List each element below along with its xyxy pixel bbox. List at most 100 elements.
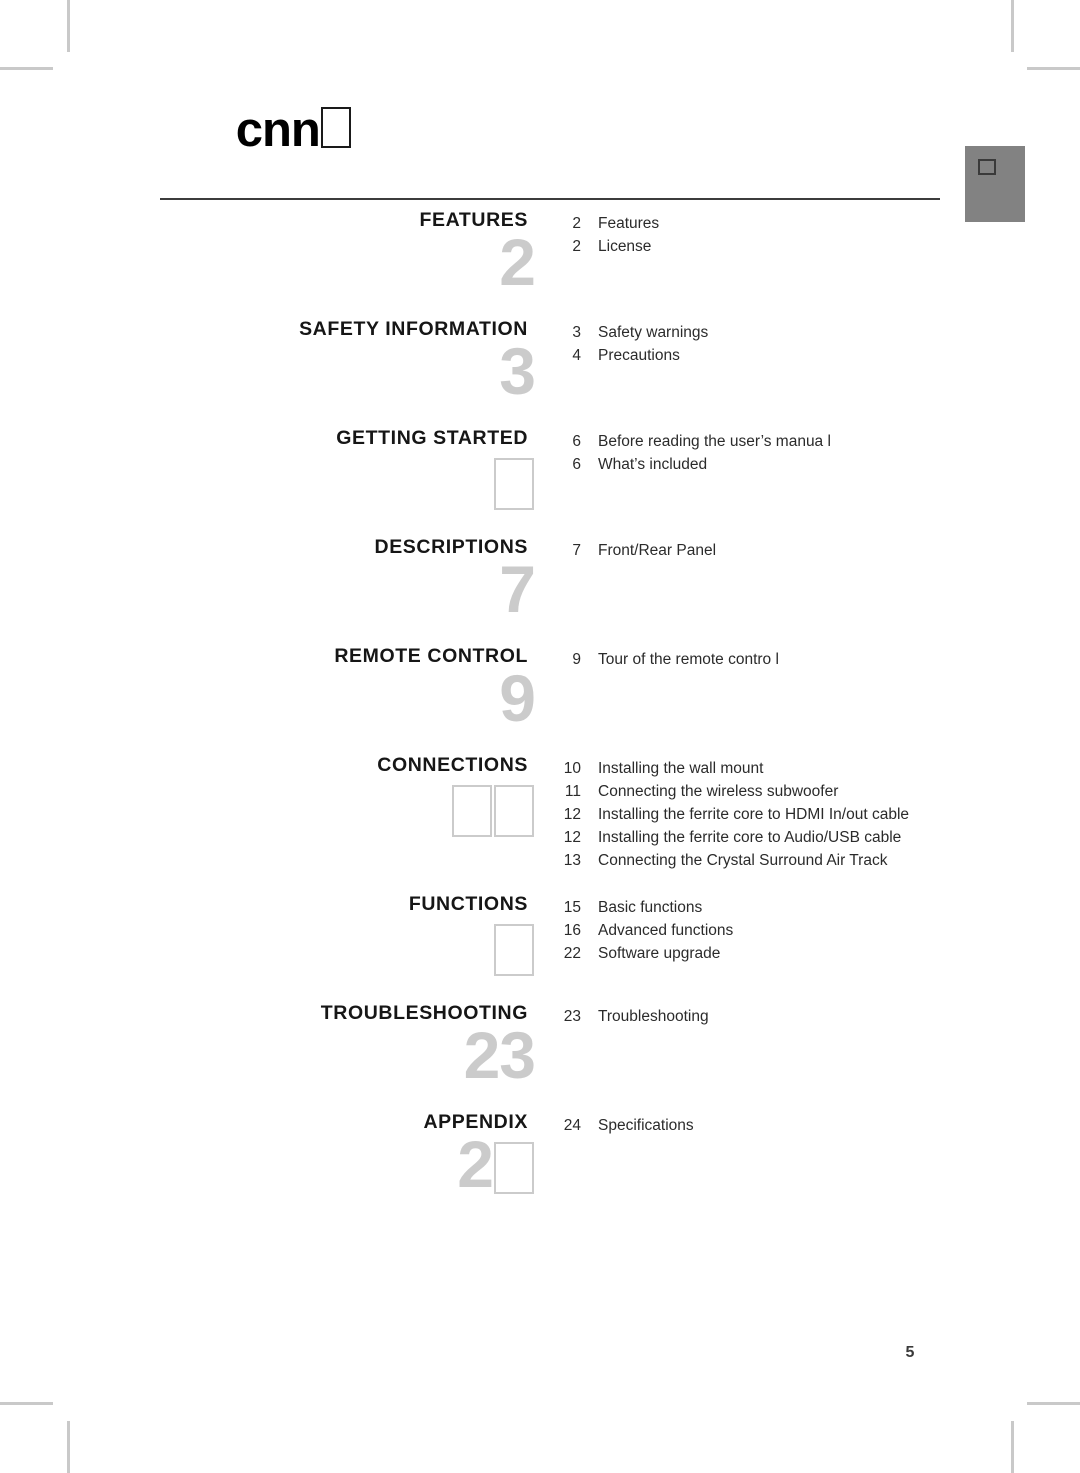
missing-glyph-icon [978,159,996,175]
toc-entry-page: 10 [563,760,581,777]
crop-mark-bottom-left-horizontal [0,1402,53,1405]
toc-entry-page: 4 [572,347,581,364]
corner-tab-badge [965,146,1025,222]
toc-entry-list: 3 Safety warnings 4 Precautions [545,321,1065,367]
toc-section-label: FEATURES [419,209,528,231]
toc-entry[interactable]: 2 License [545,235,1065,258]
toc-section-big-number: 3 [0,338,536,404]
toc-entry-page: 15 [563,899,581,916]
toc-entry-list: 15 Basic functions 16 Advanced functions 22 S… [545,896,1065,965]
toc-entry-list: 7 Front/Rear Panel [545,539,1065,562]
toc-section-heading: FUNCTIONS [0,893,535,977]
toc-entry-list: 23 Troubleshooting [545,1005,1065,1028]
page-title-text: cnn [235,103,321,157]
toc-section-heading: APPENDIX 2 [0,1111,535,1197]
toc-entry-page: 24 [563,1117,581,1134]
toc-entry-title: Installing the ferrite core to Audio/USB… [598,829,902,846]
toc-section-heading: SAFETY INFORMATION 3 [0,318,536,404]
toc-entry-title: Specifications [598,1117,694,1134]
toc-section-big-number-text: 7 [499,552,536,627]
toc-entry-title: Tour of the remote contro l [598,651,779,668]
toc-section-big-number: 7 [0,556,536,622]
toc-entry-title: Installing the ferrite core to HDMI In/o… [598,806,910,823]
toc-section-label: GETTING STARTED [336,427,528,449]
toc-section-label: APPENDIX [423,1111,528,1133]
toc-entry[interactable]: 15 Basic functions [545,896,1065,919]
toc-entry[interactable]: 12 Installing the ferrite core to HDMI In… [545,803,1065,826]
toc-section-label: FUNCTIONS [408,893,528,915]
toc-entry-page: 2 [572,215,581,232]
toc-entry[interactable]: 13 Connecting the Crystal Surround Air Tr… [545,849,1065,872]
toc-entry-list: 6 Before reading the user’s manua l 6 What’… [545,430,1065,476]
toc-section-heading: REMOTE CONTROL 9 [0,645,536,731]
toc-section-big-number-text: 3 [499,334,536,409]
toc-section-heading: FEATURES 2 [0,209,536,295]
toc-entry-page: 12 [563,806,581,823]
toc-entry[interactable]: 16 Advanced functions [545,919,1065,942]
toc-entry-title: Features [598,215,660,232]
toc-section-big-number: 2 [0,1131,535,1197]
toc-section-label: SAFETY INFORMATION [299,318,528,340]
toc-entry-list: 24 Specifications [545,1114,1065,1137]
toc-entry-title: License [598,238,652,255]
toc-entry-title: Advanced functions [598,922,734,939]
crop-mark-bottom-right-horizontal [1027,1402,1080,1405]
toc-entry-title: Front/Rear Panel [598,542,717,559]
missing-glyph-icon [494,785,534,838]
toc-section-big-number: 2 [0,229,536,295]
page-header: cnn [160,106,940,200]
toc-entry-list: 10 Installing the wall mount 11 Connecting … [545,757,1065,872]
toc-entry-list: 2 Features 2 License [545,212,1065,258]
toc-entry-title: Safety warnings [598,324,709,341]
toc-entry[interactable]: 23 Troubleshooting [545,1005,1065,1028]
toc-entry[interactable]: 11 Connecting the wireless subwoofer [545,780,1065,803]
toc-entry-page: 7 [572,542,581,559]
toc-entry-title: Precautions [598,347,680,364]
toc-entry-page: 22 [563,945,581,962]
toc-entry-page: 23 [563,1008,581,1025]
toc-section-big-number: 9 [0,665,536,731]
toc-entry[interactable]: 4 Precautions [545,344,1065,367]
toc-entry-page: 3 [572,324,581,341]
toc-entry[interactable]: 2 Features [545,212,1065,235]
toc-entry-page: 12 [563,829,581,846]
toc-entry[interactable]: 10 Installing the wall mount [545,757,1065,780]
toc-entry-title: What’s included [598,456,708,473]
missing-glyph-icon [494,458,534,511]
toc-section-heading: CONNECTIONS [0,754,535,838]
toc-entry-title: Installing the wall mount [598,760,764,777]
crop-mark-bottom-right-vertical [1011,1421,1014,1473]
toc-entry-page: 9 [572,651,581,668]
toc-entry-page: 6 [572,456,581,473]
crop-mark-bottom-left-vertical [67,1421,70,1473]
toc-entry[interactable]: 9 Tour of the remote contro l [545,648,1065,671]
toc-entry[interactable]: 6 What’s included [545,453,1065,476]
missing-glyph-icon [494,1142,534,1195]
toc-section-label: REMOTE CONTROL [334,645,528,667]
toc-entry-title: Before reading the user’s manua l [598,433,831,450]
toc-section-label: DESCRIPTIONS [374,536,528,558]
toc-section-big-number [0,450,535,511]
toc-section-label: TROUBLESHOOTING [320,1002,528,1024]
crop-mark-top-left-horizontal [0,67,53,70]
toc-entry[interactable]: 12 Installing the ferrite core to Audio/U… [545,826,1065,849]
toc-entry[interactable]: 22 Software upgrade [545,942,1065,965]
crop-mark-top-left-vertical [67,0,70,52]
toc-section-big-number-text: 9 [499,661,536,736]
toc-entry[interactable]: 3 Safety warnings [545,321,1065,344]
toc-entry[interactable]: 6 Before reading the user’s manua l [545,430,1065,453]
toc-section-heading: TROUBLESHOOTING 23 [0,1002,536,1088]
toc-entry-page: 6 [572,433,581,450]
missing-glyph-icon [452,785,492,838]
toc-entry-title: Troubleshooting [598,1008,709,1025]
toc-section-label: CONNECTIONS [377,754,528,776]
crop-mark-top-right-horizontal [1027,67,1080,70]
page-title: cnn [160,57,352,204]
toc-entry[interactable]: 24 Specifications [545,1114,1065,1137]
toc-entry-page: 11 [564,783,581,800]
toc-entry[interactable]: 7 Front/Rear Panel [545,539,1065,562]
toc-entry-title: Basic functions [598,899,703,916]
toc-entry-title: Software upgrade [598,945,721,962]
toc-entry-list: 9 Tour of the remote contro l [545,648,1065,671]
toc-section-big-number-text: 2 [499,225,536,300]
